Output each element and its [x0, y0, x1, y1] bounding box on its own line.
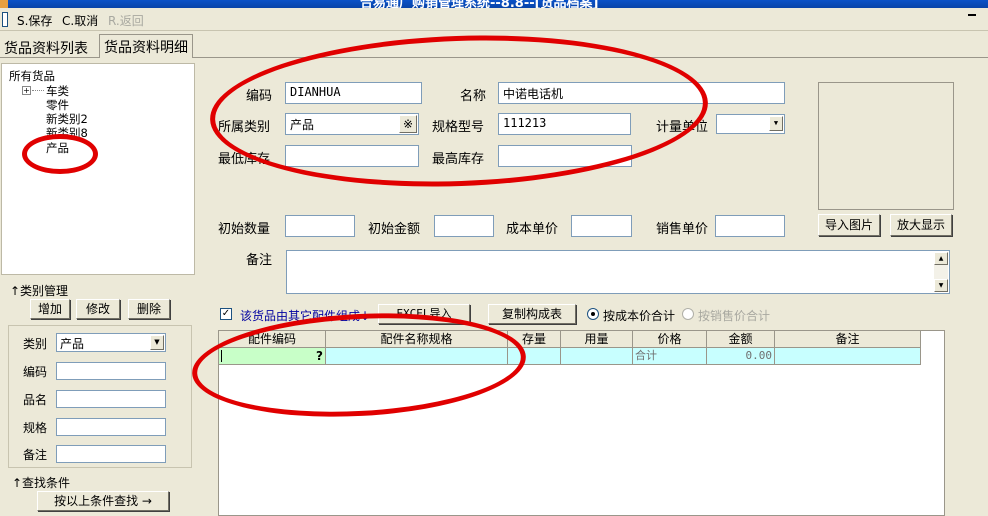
- zoom-image-button[interactable]: 放大显示: [890, 214, 952, 236]
- find-button[interactable]: 按以上条件查找 →: [37, 491, 169, 511]
- filter-category-label: 类别: [23, 337, 48, 351]
- product-image: [818, 82, 954, 210]
- grid-header-price[interactable]: 价格: [633, 331, 707, 348]
- grid-cell-price[interactable]: 合计: [633, 348, 707, 365]
- filter-note-input[interactable]: [56, 445, 166, 463]
- compose-checkbox[interactable]: ✓: [220, 308, 232, 320]
- filter-panel: 类别 产品 ▼ 编码 品名 规格 备注: [8, 325, 192, 468]
- tab-product-list[interactable]: 货品资料列表: [0, 36, 92, 58]
- init-amount-label: 初始金额: [368, 222, 421, 237]
- init-qty-input[interactable]: [285, 215, 355, 237]
- copy-compose-button[interactable]: 复制构成表: [488, 304, 576, 324]
- add-category-button[interactable]: 增加: [30, 299, 70, 319]
- scroll-down-icon[interactable]: ▼: [934, 279, 948, 292]
- memo-label: 备注: [246, 253, 273, 268]
- cancel-menu-item[interactable]: C.取消: [62, 12, 98, 29]
- save-menu-item[interactable]: S.保存: [17, 12, 52, 29]
- minimize-icon[interactable]: [968, 14, 976, 16]
- tab-product-detail[interactable]: 货品资料明细: [99, 34, 193, 58]
- category-tree: 所有货品 + 车类 零件 新类别2 新类别8 产品: [1, 63, 195, 275]
- filter-spec-label: 规格: [23, 421, 48, 435]
- chevron-down-icon[interactable]: ▼: [150, 335, 164, 350]
- filter-note-label: 备注: [23, 448, 48, 462]
- tree-connector: [32, 90, 44, 91]
- import-image-button[interactable]: 导入图片: [818, 214, 880, 236]
- grid-cell-qty[interactable]: [561, 348, 633, 365]
- filter-category-value: 产品: [60, 337, 85, 351]
- delete-category-button[interactable]: 删除: [128, 299, 170, 319]
- filter-category-select[interactable]: 产品 ▼: [56, 333, 166, 352]
- category-mgmt-title: ↑类别管理: [8, 282, 71, 299]
- cost-price-label: 成本单价: [506, 222, 559, 237]
- window-title: 合易通广购销管理系统--8.8--[货品档案]: [360, 0, 599, 8]
- grid-amount-value: 0.00: [745, 349, 773, 362]
- grid-cell-amount[interactable]: 0.00: [707, 348, 775, 365]
- scroll-up-icon[interactable]: ▲: [934, 252, 948, 265]
- menu-bar: S.保存 C.取消 R.返回: [0, 9, 988, 31]
- chevron-down-icon[interactable]: ▼: [769, 116, 783, 131]
- filter-code-label: 编码: [23, 365, 48, 379]
- init-amount-input[interactable]: [434, 215, 494, 237]
- sale-price-input[interactable]: [715, 215, 785, 237]
- by-cost-radio[interactable]: [587, 308, 599, 320]
- memo-textarea[interactable]: ▲ ▼: [286, 250, 950, 294]
- by-sale-radio[interactable]: [682, 308, 694, 320]
- by-cost-label: 按成本价合计: [603, 309, 676, 323]
- grid-header-amount[interactable]: 金额: [707, 331, 775, 348]
- find-conditions-title: ↑查找条件: [10, 474, 73, 491]
- annotation-ellipse-tree: [22, 134, 98, 174]
- init-qty-label: 初始数量: [218, 222, 271, 237]
- menu-grip-icon: [2, 12, 8, 27]
- cost-price-input[interactable]: [571, 215, 632, 237]
- category-mgmt-group: ↑类别管理 增加 修改 删除: [4, 282, 196, 322]
- grid-header-qty[interactable]: 用量: [561, 331, 633, 348]
- grid-cell-note[interactable]: [775, 348, 921, 365]
- filter-code-input[interactable]: [56, 362, 166, 380]
- expand-icon[interactable]: +: [22, 86, 31, 95]
- filter-name-label: 品名: [23, 393, 48, 407]
- filter-name-input[interactable]: [56, 390, 166, 408]
- sale-price-label: 销售单价: [656, 222, 709, 237]
- by-sale-label: 按销售价合计: [698, 309, 771, 323]
- filter-spec-input[interactable]: [56, 418, 166, 436]
- back-menu-item[interactable]: R.返回: [108, 12, 144, 29]
- memo-scrollbar[interactable]: ▲ ▼: [934, 252, 948, 292]
- edit-category-button[interactable]: 修改: [76, 299, 120, 319]
- grid-header-note[interactable]: 备注: [775, 331, 921, 348]
- unit-select[interactable]: ▼: [716, 114, 785, 134]
- grid-price-value: 合计: [635, 349, 657, 362]
- title-bar: 合易通广购销管理系统--8.8--[货品档案]: [0, 0, 988, 8]
- app-icon: [0, 0, 8, 8]
- tree-root[interactable]: 所有货品: [9, 68, 55, 84]
